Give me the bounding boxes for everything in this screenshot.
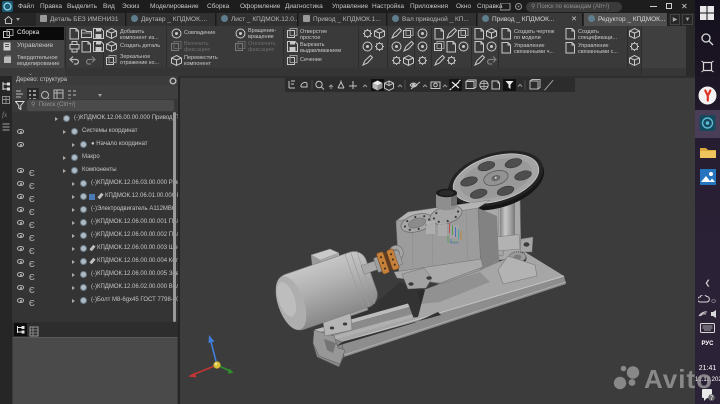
svg-text:☺: ☺ <box>710 298 717 305</box>
svg-text:Avito: Avito <box>644 364 713 394</box>
svg-text:fx: fx <box>2 111 8 119</box>
